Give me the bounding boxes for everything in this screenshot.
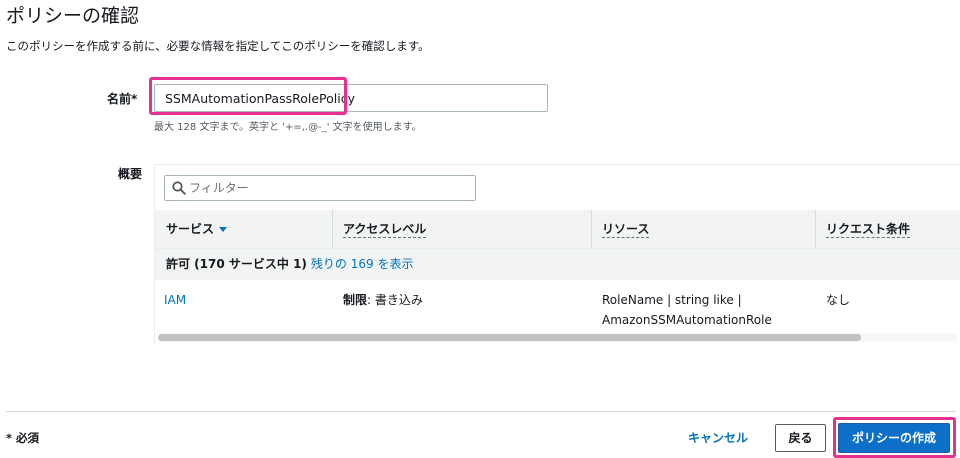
group-row-content: 許可 (170 サービス中 1) 残りの 169 を表示 xyxy=(166,249,413,280)
horizontal-scrollbar[interactable] xyxy=(158,333,958,342)
column-divider xyxy=(332,210,333,248)
policy-name-input[interactable] xyxy=(154,84,548,112)
summary-panel: サービス アクセスレベル リソース リクエスト条件 許可 (170 サービス中 … xyxy=(154,164,960,345)
name-hint: 最大 128 文字まで。英字と '+=,.@-_' 文字を使用します。 xyxy=(154,122,422,133)
filter-input[interactable] xyxy=(189,176,469,200)
allow-count-text: 許可 (170 サービス中 1) xyxy=(166,257,307,271)
table-header: サービス アクセスレベル リソース リクエスト条件 xyxy=(155,210,960,249)
column-header-service[interactable]: サービス xyxy=(166,210,228,248)
column-header-access-level[interactable]: アクセスレベル xyxy=(343,210,427,248)
resource-line-1: RoleName | string like | xyxy=(602,293,742,307)
resource-line-2: AmazonSSMAutomationRole xyxy=(602,313,772,327)
column-header-request-condition[interactable]: リクエスト条件 xyxy=(826,210,911,248)
required-note: * 必須 xyxy=(6,431,40,445)
access-level-cell: 制限: 書き込み xyxy=(343,290,423,310)
name-label: 名前* xyxy=(107,92,138,106)
column-header-resource-label: リソース xyxy=(602,222,650,238)
sort-down-icon xyxy=(219,227,228,232)
summary-label: 概要 xyxy=(118,167,143,181)
column-header-service-label: サービス xyxy=(166,222,215,236)
back-button[interactable]: 戻る xyxy=(775,424,826,452)
page-title: ポリシーの確認 xyxy=(6,5,140,27)
show-remaining-link[interactable]: 残りの 169 を表示 xyxy=(311,257,414,271)
access-level-bold: 制限 xyxy=(343,293,368,307)
service-link-iam[interactable]: IAM xyxy=(164,290,186,310)
column-header-access-level-label: アクセスレベル xyxy=(343,222,427,238)
page-description: このポリシーを作成する前に、必要な情報を指定してこのポリシーを確認します。 xyxy=(6,39,430,53)
horizontal-scrollbar-thumb[interactable] xyxy=(158,334,861,341)
column-header-resource[interactable]: リソース xyxy=(602,210,650,248)
condition-cell: なし xyxy=(826,293,851,307)
allow-group-row: 許可 (170 サービス中 1) 残りの 169 を表示 xyxy=(155,249,960,280)
column-divider xyxy=(591,210,592,248)
footer-divider xyxy=(6,411,956,412)
access-level-rest: : 書き込み xyxy=(367,293,423,307)
resource-cell: RoleName | string like | AmazonSSMAutoma… xyxy=(602,290,772,330)
column-header-request-condition-label: リクエスト条件 xyxy=(826,222,911,238)
filter-box[interactable] xyxy=(164,175,476,201)
cancel-button[interactable]: キャンセル xyxy=(688,430,748,446)
table-row: IAM 制限: 書き込み RoleName | string like | Am… xyxy=(155,281,960,331)
search-icon xyxy=(172,181,186,195)
column-divider xyxy=(815,210,816,248)
create-policy-button[interactable]: ポリシーの作成 xyxy=(838,423,950,453)
